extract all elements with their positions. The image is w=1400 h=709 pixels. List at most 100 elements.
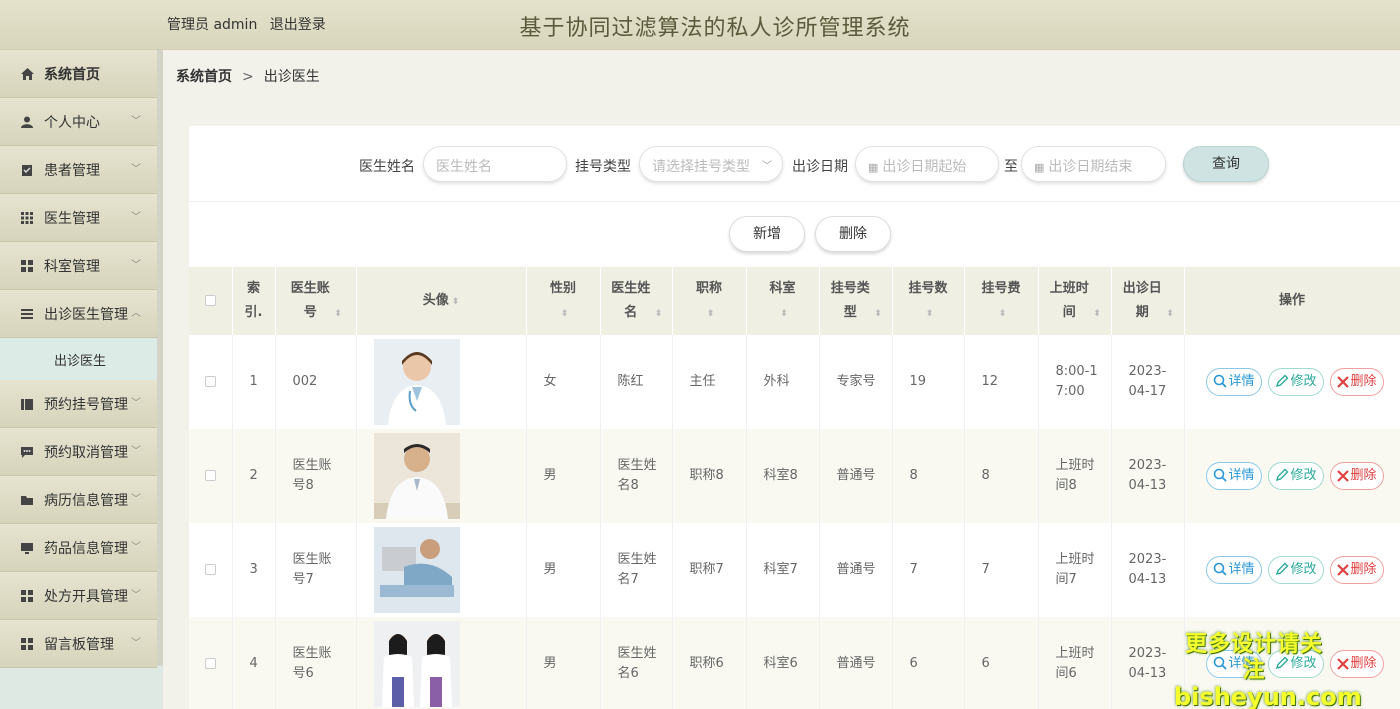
- detail-button[interactable]: 详情: [1205, 556, 1262, 584]
- sort-icon[interactable]: ⬍: [1093, 309, 1101, 319]
- edit-button[interactable]: 修改: [1267, 462, 1324, 490]
- cell-gender: 男: [526, 523, 601, 617]
- sidebar-item-records[interactable]: 病历信息管理 ﹀: [0, 476, 157, 524]
- sort-icon[interactable]: ⬍: [334, 309, 342, 319]
- book-icon: [20, 397, 34, 411]
- sidebar: 系统首页 个人中心 ﹀ 患者管理 ﹀ 医生管理 ﹀ 科室管理 ﹀ 出诊医生管理 …: [0, 50, 163, 709]
- header-count[interactable]: 挂号数 ⬍: [892, 267, 965, 335]
- sidebar-item-messages[interactable]: 留言板管理 ﹀: [0, 620, 157, 668]
- header-title[interactable]: 职称 ⬍: [672, 267, 747, 335]
- batch-delete-button[interactable]: 删除: [815, 216, 891, 252]
- cell-dept: 科室6: [746, 617, 820, 709]
- cell-worktime: 8:00-17:00: [1038, 335, 1112, 429]
- add-button[interactable]: 新增: [729, 216, 805, 252]
- cell-name: 医生姓名6: [600, 617, 673, 709]
- sidebar-item-label: 系统首页: [44, 66, 100, 83]
- sidebar-item-doctors[interactable]: 医生管理 ﹀: [0, 194, 157, 242]
- delete-button[interactable]: 删除: [1329, 650, 1384, 678]
- cell-gender: 女: [526, 335, 601, 429]
- sidebar-item-home[interactable]: 系统首页: [0, 50, 157, 98]
- query-button[interactable]: 查询: [1183, 146, 1269, 182]
- cell-count: 6: [892, 617, 965, 709]
- sidebar-item-label: 处方开具管理: [44, 588, 128, 605]
- doctor-name-label: 医生姓名: [359, 159, 415, 175]
- cell-account: 医生账号8: [275, 429, 357, 523]
- delete-button[interactable]: 删除: [1329, 556, 1384, 584]
- sidebar-item-visiting-doctors[interactable]: 出诊医生管理 ︿: [0, 290, 157, 338]
- sort-icon[interactable]: ⬍: [452, 297, 460, 307]
- pencil-icon: [1275, 562, 1291, 577]
- cell-worktime: 上班时间7: [1038, 523, 1112, 617]
- sort-icon[interactable]: ⬍: [780, 309, 788, 319]
- detail-button[interactable]: 详情: [1205, 462, 1262, 490]
- sidebar-item-label: 出诊医生管理: [44, 306, 128, 323]
- reg-type-select[interactable]: 请选择挂号类型 ﹀: [639, 146, 783, 182]
- sort-icon[interactable]: ⬍: [1166, 309, 1174, 319]
- header-account[interactable]: 医生账号 ⬍: [275, 267, 357, 335]
- header-fee[interactable]: 挂号费 ⬍: [964, 267, 1039, 335]
- cell-date: 2023-04-13: [1111, 523, 1185, 617]
- cell-dept: 科室8: [746, 429, 820, 523]
- cell-fee: 12: [964, 335, 1039, 429]
- sort-icon[interactable]: ⬍: [926, 309, 934, 319]
- cell-fee: 6: [964, 617, 1039, 709]
- sidebar-item-label: 科室管理: [44, 258, 100, 275]
- detail-button[interactable]: 详情: [1205, 368, 1262, 396]
- header-name[interactable]: 医生姓名 ⬍: [600, 267, 673, 335]
- row-checkbox[interactable]: [189, 617, 233, 709]
- sidebar-item-medicines[interactable]: 药品信息管理 ﹀: [0, 524, 157, 572]
- header-avatar[interactable]: 头像 ⬍: [356, 267, 527, 335]
- header-date[interactable]: 出诊日期 ⬍: [1111, 267, 1185, 335]
- header-worktime[interactable]: 上班时间 ⬍: [1038, 267, 1112, 335]
- user-icon: [20, 115, 34, 129]
- delete-button[interactable]: 删除: [1329, 462, 1384, 490]
- sidebar-subitem-visiting-doctor[interactable]: 出诊医生: [0, 338, 157, 380]
- doctor-name-placeholder: 医生姓名: [436, 159, 492, 175]
- chevron-down-icon: ﹀: [131, 494, 141, 505]
- date-start-input[interactable]: ▦ 出诊日期起始: [855, 146, 999, 182]
- header-type[interactable]: 挂号类型 ⬍: [819, 267, 893, 335]
- row-checkbox[interactable]: [189, 335, 233, 429]
- sidebar-item-cancellations[interactable]: 预约取消管理 ﹀: [0, 428, 157, 476]
- chevron-down-icon: ﹀: [131, 542, 141, 553]
- sidebar-item-appointments[interactable]: 预约挂号管理 ﹀: [0, 380, 157, 428]
- sidebar-item-prescriptions[interactable]: 处方开具管理 ﹀: [0, 572, 157, 620]
- monitor-icon: [20, 541, 34, 555]
- cell-index: 1: [232, 335, 276, 429]
- sort-icon[interactable]: ⬍: [999, 309, 1007, 319]
- chevron-down-icon: ﹀: [131, 212, 141, 223]
- chevron-down-icon: ﹀: [131, 590, 141, 601]
- date-start-placeholder: 出诊日期起始: [882, 159, 967, 175]
- sort-icon[interactable]: ⬍: [707, 309, 715, 319]
- sort-icon[interactable]: ⬍: [874, 309, 882, 319]
- select-all-checkbox[interactable]: [189, 267, 233, 335]
- cell-avatar: [356, 523, 527, 617]
- delete-button[interactable]: 删除: [1329, 368, 1384, 396]
- sidebar-scrollbar[interactable]: [157, 50, 163, 666]
- sidebar-item-personal-center[interactable]: 个人中心 ﹀: [0, 98, 157, 146]
- row-checkbox[interactable]: [189, 429, 233, 523]
- sidebar-item-departments[interactable]: 科室管理 ﹀: [0, 242, 157, 290]
- cell-dept: 外科: [746, 335, 820, 429]
- row-checkbox[interactable]: [189, 523, 233, 617]
- date-end-input[interactable]: ▦ 出诊日期结束: [1021, 146, 1166, 182]
- header-gender[interactable]: 性别 ⬍: [526, 267, 601, 335]
- cell-fee: 8: [964, 429, 1039, 523]
- header-dept[interactable]: 科室 ⬍: [746, 267, 820, 335]
- header-index: 索引.: [232, 267, 276, 335]
- chevron-down-icon: ﹀: [131, 116, 141, 127]
- cell-gender: 男: [526, 429, 601, 523]
- pencil-icon: [1275, 468, 1291, 483]
- sidebar-item-patients[interactable]: 患者管理 ﹀: [0, 146, 157, 194]
- cell-type: 专家号: [819, 335, 893, 429]
- edit-button[interactable]: 修改: [1267, 368, 1324, 396]
- cell-name: 医生姓名7: [600, 523, 673, 617]
- edit-button[interactable]: 修改: [1267, 556, 1324, 584]
- folder-icon: [20, 493, 34, 507]
- breadcrumb-separator: >: [242, 69, 254, 85]
- breadcrumb-home[interactable]: 系统首页: [176, 69, 232, 85]
- doctor-name-input[interactable]: 医生姓名: [423, 146, 567, 182]
- cell-worktime: 上班时间8: [1038, 429, 1112, 523]
- sort-icon[interactable]: ⬍: [655, 309, 663, 319]
- sort-icon[interactable]: ⬍: [561, 309, 569, 319]
